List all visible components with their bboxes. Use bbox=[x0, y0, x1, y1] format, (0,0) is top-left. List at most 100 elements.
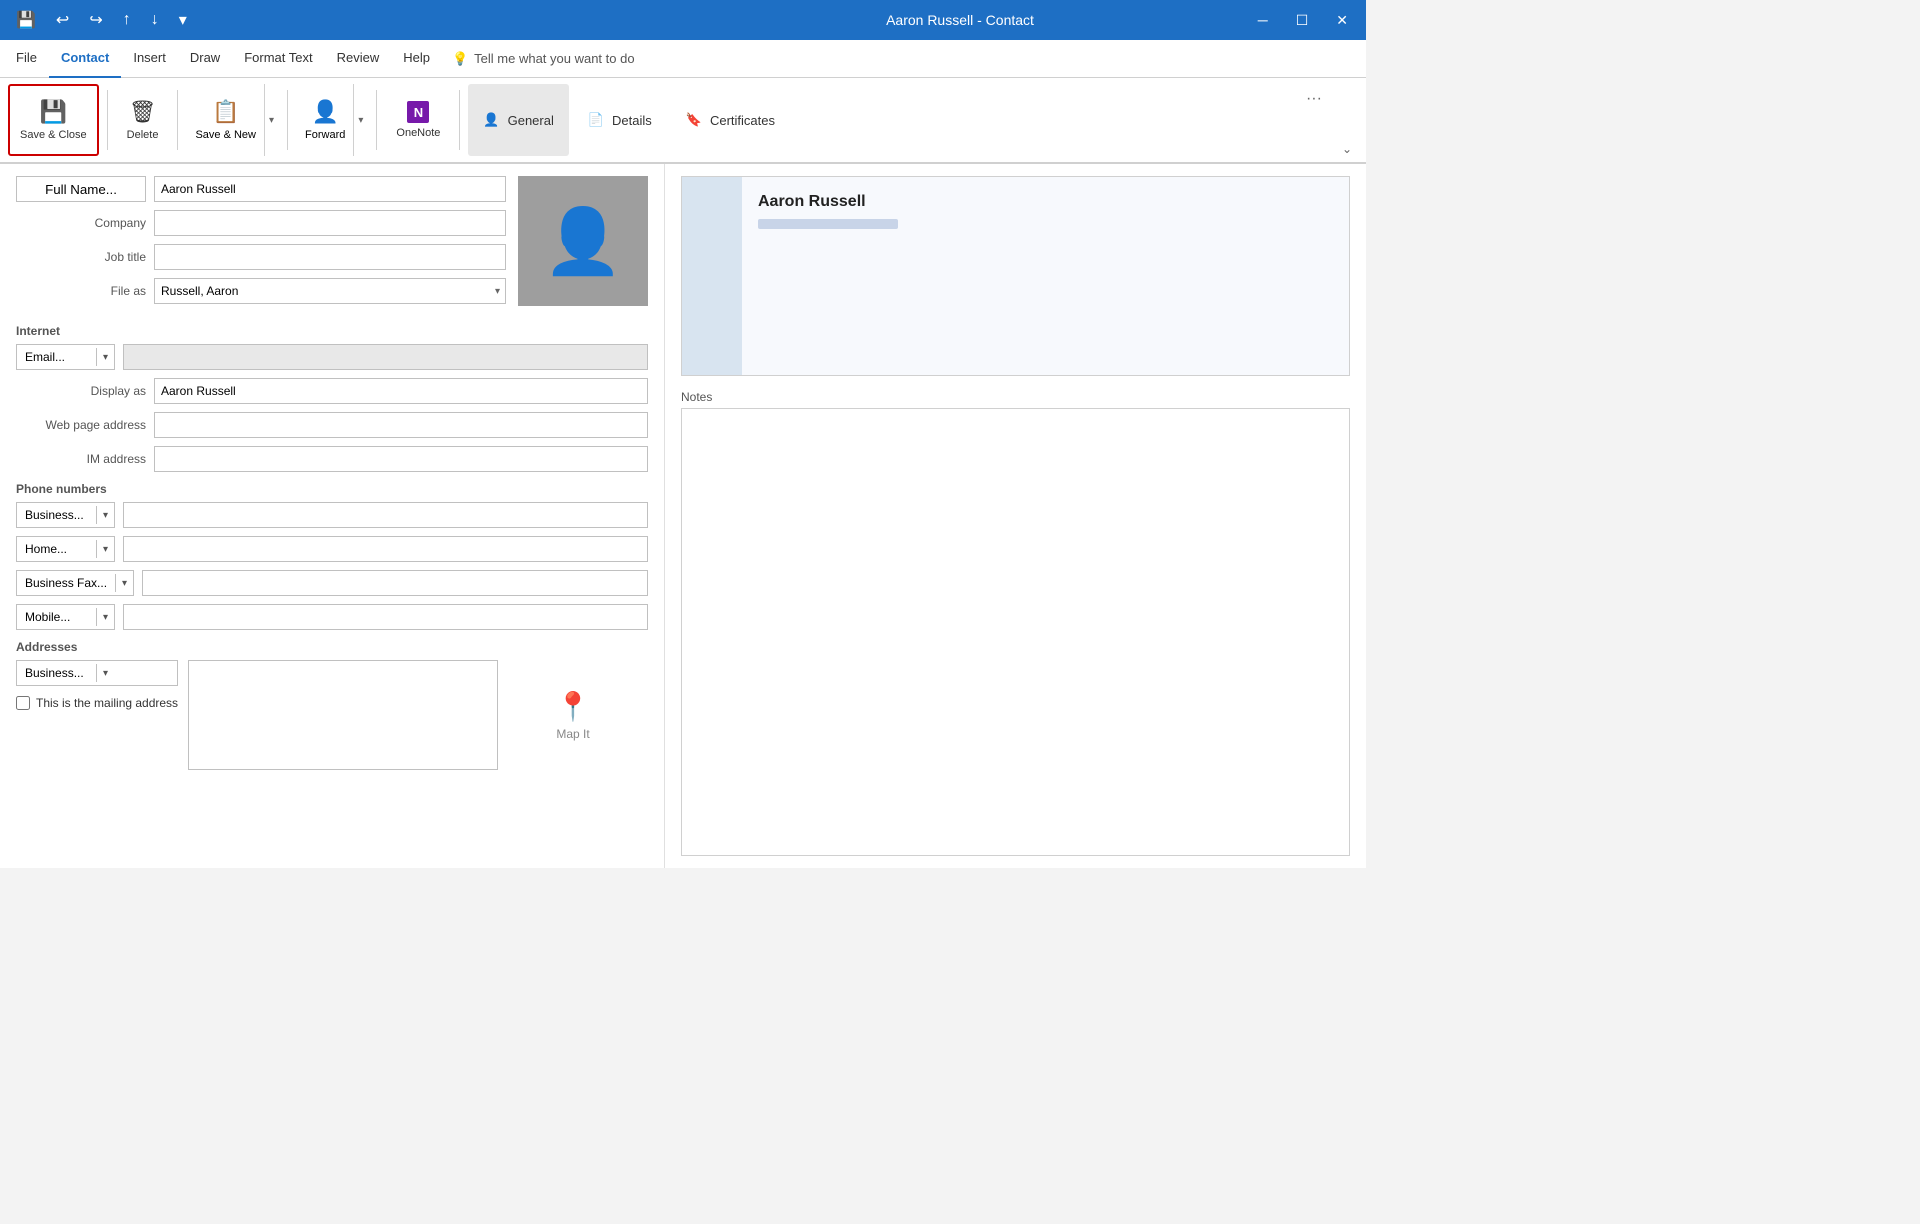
tab-certificates[interactable]: 🔖 Certificates bbox=[671, 84, 790, 156]
tab-general[interactable]: 👤 General bbox=[468, 84, 568, 156]
save-new-main[interactable]: 📋 Save & New bbox=[187, 84, 264, 156]
forward-label: Forward bbox=[305, 129, 345, 141]
webpage-row: Web page address bbox=[16, 412, 648, 438]
redo-icon[interactable]: ↪ bbox=[83, 8, 108, 32]
save-close-btn[interactable]: 💾 Save & Close bbox=[8, 84, 99, 156]
file-as-select[interactable]: Russell, Aaron bbox=[154, 278, 506, 304]
ribbon-more-btn[interactable]: ··· bbox=[1298, 86, 1330, 112]
card-email-blur bbox=[758, 219, 898, 229]
full-name-row: Full Name... bbox=[16, 176, 506, 202]
bizfax-input[interactable] bbox=[142, 570, 648, 596]
onenote-btn[interactable]: N OneNote bbox=[385, 84, 451, 156]
full-name-btn-label: Full Name... bbox=[45, 182, 117, 197]
company-input[interactable] bbox=[154, 210, 506, 236]
ribbon-sep-2 bbox=[177, 90, 178, 150]
up-icon[interactable]: ↑ bbox=[117, 9, 137, 31]
ribbon-sep-3 bbox=[287, 90, 288, 150]
ribbon: 💾 Save & Close 🗑 Delete 📋 Save & New ▾ 👤… bbox=[0, 78, 1366, 164]
addresses-section-label: Addresses bbox=[16, 640, 648, 654]
map-it-btn[interactable]: 📍 Map It bbox=[508, 660, 638, 770]
person-icon: 👤 bbox=[543, 209, 623, 273]
save-new-split-btn[interactable]: 📋 Save & New ▾ bbox=[186, 84, 279, 156]
display-as-input[interactable] bbox=[154, 378, 648, 404]
save-icon[interactable]: 💾 bbox=[10, 8, 42, 32]
file-as-wrapper: Russell, Aaron ▾ bbox=[154, 278, 506, 304]
onenote-icon: N bbox=[407, 101, 429, 123]
business-phone-row: Business... ▾ bbox=[16, 502, 648, 528]
close-btn[interactable]: ✕ bbox=[1328, 8, 1356, 33]
quick-access-dropdown[interactable]: ▾ bbox=[173, 8, 193, 32]
email-dropdown-arrow[interactable]: ▾ bbox=[97, 350, 114, 365]
display-as-row: Display as bbox=[16, 378, 648, 404]
minimize-btn[interactable]: ─ bbox=[1250, 8, 1276, 32]
general-label: General bbox=[508, 113, 554, 128]
photo-fields: Full Name... Company Job title File as bbox=[16, 176, 506, 312]
ribbon-sep-4 bbox=[376, 90, 377, 150]
menu-help[interactable]: Help bbox=[391, 40, 442, 78]
file-as-label: File as bbox=[16, 284, 146, 298]
mobile-btn[interactable]: Mobile... ▾ bbox=[16, 604, 115, 630]
title-bar-controls: ─ ☐ ✕ bbox=[1250, 8, 1356, 33]
tell-me-box[interactable]: 💡 Tell me what you want to do bbox=[452, 51, 635, 67]
contact-card: Aaron Russell bbox=[681, 176, 1350, 376]
tab-details[interactable]: 📄 Details bbox=[573, 84, 667, 156]
business-btn-label: Business... bbox=[17, 506, 97, 524]
bizfax-btn[interactable]: Business Fax... ▾ bbox=[16, 570, 134, 596]
notes-area[interactable] bbox=[681, 408, 1350, 856]
home-btn-label: Home... bbox=[17, 540, 97, 558]
card-stripe bbox=[682, 177, 742, 375]
bizfax-arrow[interactable]: ▾ bbox=[116, 576, 133, 591]
im-input[interactable] bbox=[154, 446, 648, 472]
contact-photo[interactable]: 👤 bbox=[518, 176, 648, 306]
menu-format-text[interactable]: Format Text bbox=[232, 40, 324, 78]
mailing-checkbox[interactable] bbox=[16, 696, 30, 710]
address-type-arrow[interactable]: ▾ bbox=[97, 666, 114, 681]
forward-arrow[interactable]: ▾ bbox=[353, 84, 367, 156]
file-as-row: File as Russell, Aaron ▾ bbox=[16, 278, 506, 304]
forward-main[interactable]: 👤 Forward bbox=[297, 84, 353, 156]
address-type-btn[interactable]: Business... ▾ bbox=[16, 660, 178, 686]
menu-file[interactable]: File bbox=[4, 40, 49, 78]
tell-me-text: Tell me what you want to do bbox=[474, 51, 634, 66]
mobile-input[interactable] bbox=[123, 604, 648, 630]
menu-insert[interactable]: Insert bbox=[121, 40, 178, 78]
job-title-input[interactable] bbox=[154, 244, 506, 270]
save-new-arrow[interactable]: ▾ bbox=[264, 84, 278, 156]
business-phone-btn[interactable]: Business... ▾ bbox=[16, 502, 115, 528]
map-it-label: Map It bbox=[556, 727, 589, 741]
full-name-btn[interactable]: Full Name... bbox=[16, 176, 146, 202]
address-type-label: Business... bbox=[17, 664, 97, 682]
business-phone-input[interactable] bbox=[123, 502, 648, 528]
business-arrow[interactable]: ▾ bbox=[97, 508, 114, 523]
ribbon-collapse-btn[interactable]: ⌄ bbox=[1336, 140, 1358, 158]
job-title-row: Job title bbox=[16, 244, 506, 270]
menu-draw[interactable]: Draw bbox=[178, 40, 232, 78]
home-phone-input[interactable] bbox=[123, 536, 648, 562]
address-textarea[interactable] bbox=[188, 660, 498, 770]
mobile-arrow[interactable]: ▾ bbox=[97, 610, 114, 625]
restore-btn[interactable]: ☐ bbox=[1288, 8, 1317, 33]
forward-icon: 👤 bbox=[311, 99, 338, 125]
home-arrow[interactable]: ▾ bbox=[97, 542, 114, 557]
im-label: IM address bbox=[16, 452, 146, 466]
forward-split-btn[interactable]: 👤 Forward ▾ bbox=[296, 84, 368, 156]
mobile-label: Mobile... bbox=[17, 608, 97, 626]
menu-review[interactable]: Review bbox=[325, 40, 392, 78]
bizfax-label: Business Fax... bbox=[17, 574, 116, 592]
down-icon[interactable]: ↓ bbox=[145, 9, 165, 31]
full-name-input[interactable] bbox=[154, 176, 506, 202]
menu-contact[interactable]: Contact bbox=[49, 40, 121, 78]
cert-icon: 🔖 bbox=[686, 112, 702, 128]
delete-btn[interactable]: 🗑 Delete bbox=[116, 84, 170, 156]
home-phone-btn[interactable]: Home... ▾ bbox=[16, 536, 115, 562]
email-input[interactable] bbox=[123, 344, 648, 370]
mailing-check-label: This is the mailing address bbox=[36, 696, 178, 710]
email-dropdown-btn[interactable]: Email... ▾ bbox=[16, 344, 115, 370]
ribbon-sep-5 bbox=[459, 90, 460, 150]
lightbulb-icon: 💡 bbox=[452, 51, 468, 67]
undo-icon[interactable]: ↩ bbox=[50, 8, 75, 32]
details-icon: 📄 bbox=[588, 112, 604, 128]
webpage-input[interactable] bbox=[154, 412, 648, 438]
address-left: Business... ▾ This is the mailing addres… bbox=[16, 660, 178, 710]
ribbon-sep-1 bbox=[107, 90, 108, 150]
